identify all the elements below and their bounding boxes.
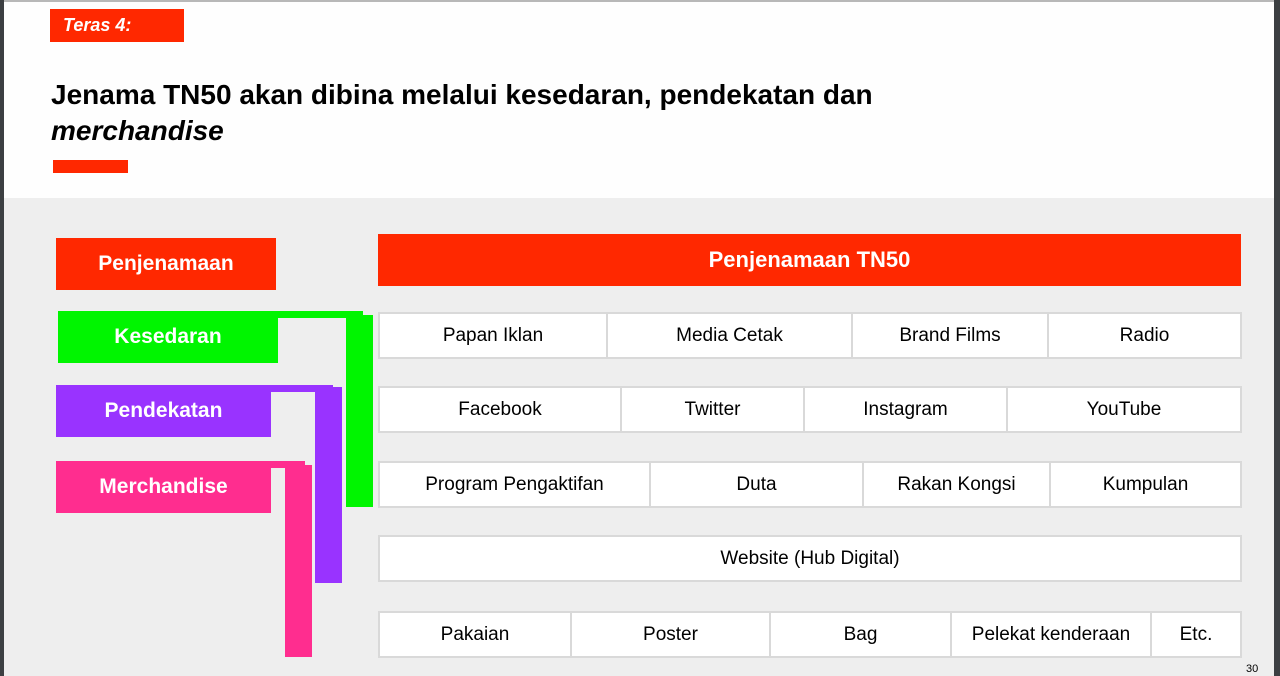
cell-pakaian: Pakaian	[378, 611, 572, 658]
category-kesedaran: Kesedaran	[58, 311, 278, 363]
title-line-1: Jenama TN50 akan dibina melalui kesedara…	[51, 79, 873, 110]
row-engagement: Program Pengaktifan Duta Rakan Kongsi Ku…	[378, 461, 1242, 508]
cell-program-pengaktifan: Program Pengaktifan	[378, 461, 651, 508]
row-social-media: Facebook Twitter Instagram YouTube	[378, 386, 1242, 433]
cell-kumpulan: Kumpulan	[1049, 461, 1242, 508]
cell-instagram: Instagram	[803, 386, 1008, 433]
title-line-2: merchandise	[51, 115, 224, 146]
cell-youtube: YouTube	[1006, 386, 1242, 433]
cell-duta: Duta	[649, 461, 864, 508]
cell-pelekat-kenderaan: Pelekat kenderaan	[950, 611, 1152, 658]
category-penjenamaan: Penjenamaan	[56, 238, 276, 290]
penjenamaan-tn50-banner: Penjenamaan TN50	[378, 234, 1241, 286]
cell-poster: Poster	[570, 611, 771, 658]
slide-title: Jenama TN50 akan dibina melalui kesedara…	[51, 77, 873, 149]
row-kesedaran-media: Papan Iklan Media Cetak Brand Films Radi…	[378, 312, 1242, 359]
title-underline-accent	[53, 160, 128, 173]
category-merchandise: Merchandise	[56, 461, 271, 513]
cell-papan-iklan: Papan Iklan	[378, 312, 608, 359]
cell-twitter: Twitter	[620, 386, 805, 433]
row-website: Website (Hub Digital)	[378, 535, 1242, 582]
cell-radio: Radio	[1047, 312, 1242, 359]
cell-media-cetak: Media Cetak	[606, 312, 853, 359]
row-merchandise-items: Pakaian Poster Bag Pelekat kenderaan Etc…	[378, 611, 1242, 658]
kesedaran-connector-vertical	[346, 315, 373, 507]
cell-bag: Bag	[769, 611, 952, 658]
category-pendekatan: Pendekatan	[56, 385, 271, 437]
merchandise-connector-vertical	[285, 465, 312, 657]
cell-brand-films: Brand Films	[851, 312, 1049, 359]
cell-facebook: Facebook	[378, 386, 622, 433]
cell-website-hub-digital: Website (Hub Digital)	[378, 535, 1242, 582]
section-tag: Teras 4:	[50, 9, 184, 42]
page-number: 30	[1246, 663, 1259, 675]
window-right-edge	[1274, 0, 1280, 676]
cell-rakan-kongsi: Rakan Kongsi	[862, 461, 1051, 508]
cell-etc: Etc.	[1150, 611, 1242, 658]
pendekatan-connector-vertical	[315, 387, 342, 583]
